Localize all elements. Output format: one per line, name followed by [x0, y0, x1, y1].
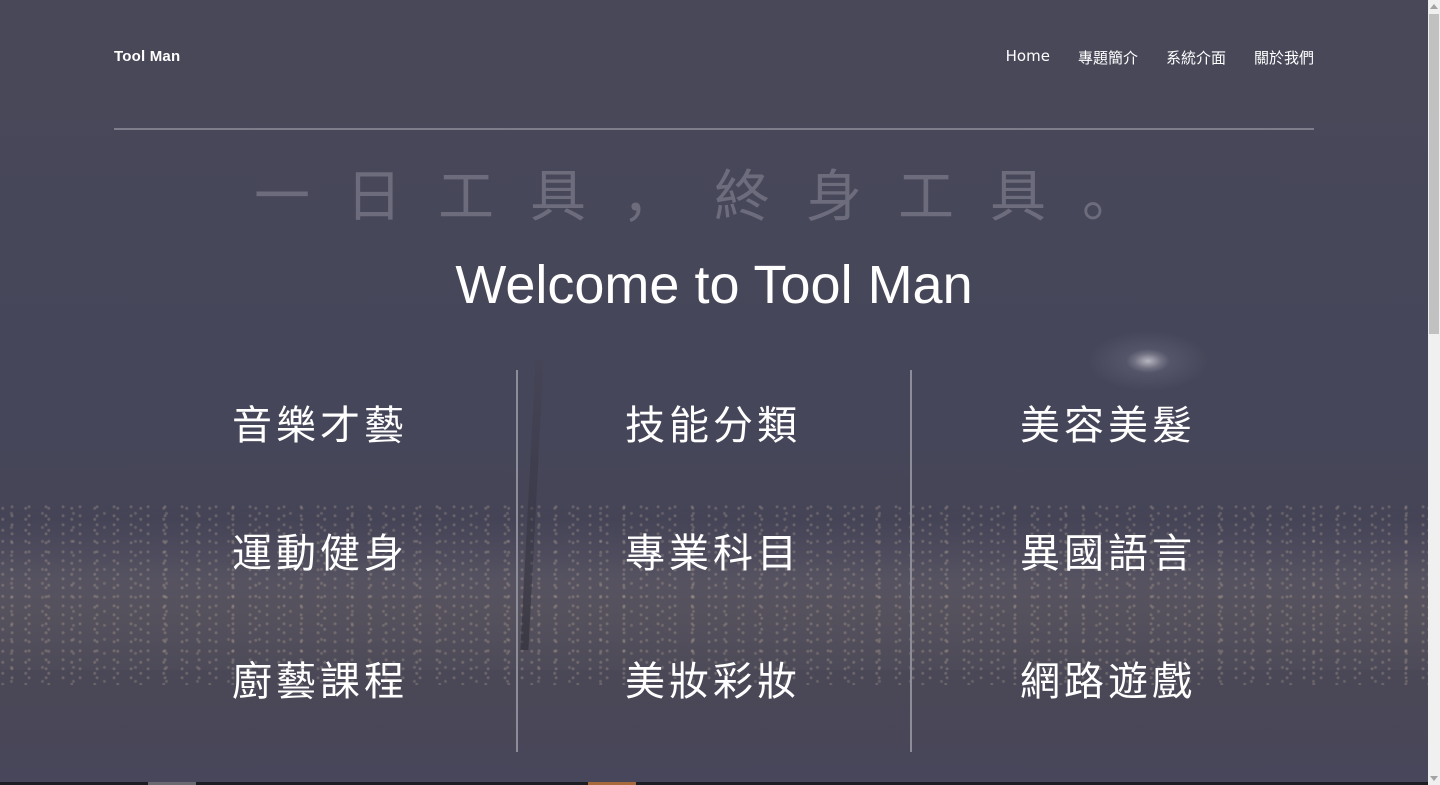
category-online-games[interactable]: 網路遊戲 [958, 654, 1258, 710]
main-nav: Home 專題簡介 系統介面 關於我們 [1006, 47, 1314, 68]
category-makeup[interactable]: 美妝彩妝 [563, 654, 863, 710]
category-sports-fitness[interactable]: 運動健身 [170, 526, 470, 582]
category-cooking-course[interactable]: 廚藝課程 [170, 654, 470, 710]
nav-home[interactable]: Home [1006, 47, 1050, 68]
category-skill-classification[interactable]: 技能分類 [563, 398, 863, 454]
brand-link[interactable]: Tool Man [114, 48, 180, 65]
column-divider-left [516, 370, 518, 752]
scroll-up-arrow-icon[interactable] [1430, 4, 1438, 9]
scroll-down-arrow-icon[interactable] [1430, 776, 1438, 781]
hero-title: Welcome to Tool Man [455, 255, 973, 315]
nav-project-intro[interactable]: 專題簡介 [1078, 47, 1138, 68]
header-divider [114, 128, 1314, 130]
page: Tool Man Home 專題簡介 系統介面 關於我們 一日工具，終身工具。 … [0, 0, 1440, 785]
category-music-talent[interactable]: 音樂才藝 [170, 398, 470, 454]
column-divider-right [910, 370, 912, 752]
category-beauty-hair[interactable]: 美容美髮 [958, 398, 1258, 454]
scroll-thumb[interactable] [1429, 14, 1439, 334]
nav-about-us[interactable]: 關於我們 [1254, 47, 1314, 68]
vertical-scrollbar[interactable] [1428, 0, 1440, 785]
category-professional-subjects[interactable]: 專業科目 [563, 526, 863, 582]
category-foreign-language[interactable]: 異國語言 [958, 526, 1258, 582]
hero-slogan: 一日工具，終身工具。 [254, 165, 1174, 230]
nav-system-interface[interactable]: 系統介面 [1166, 47, 1226, 68]
